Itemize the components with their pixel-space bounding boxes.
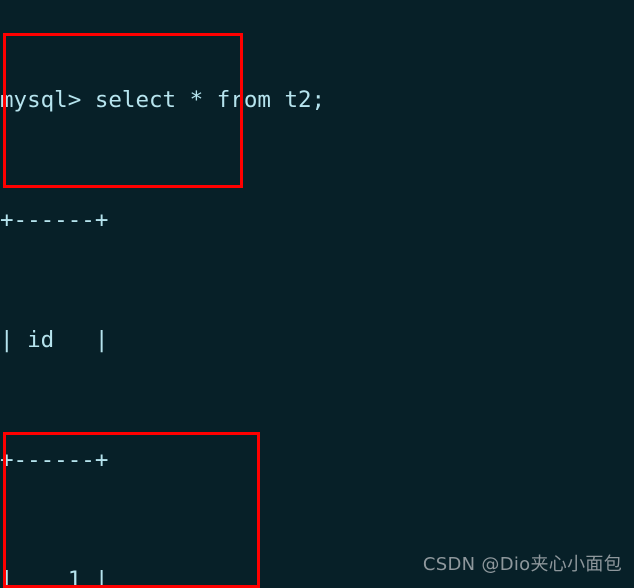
terminal-line-3: | id |	[0, 327, 109, 353]
terminal-line-1: mysql> select * from t2;	[0, 87, 326, 113]
terminal-line-2: +------+	[0, 207, 109, 233]
csdn-watermark: CSDN @Dio夹心小面包	[422, 554, 622, 575]
terminal-screenshot: mysql> select * from t2; +------+ | id |…	[0, 0, 634, 588]
terminal-line-4: +------+	[0, 447, 109, 473]
terminal-output[interactable]: mysql> select * from t2; +------+ | id |…	[0, 0, 634, 588]
